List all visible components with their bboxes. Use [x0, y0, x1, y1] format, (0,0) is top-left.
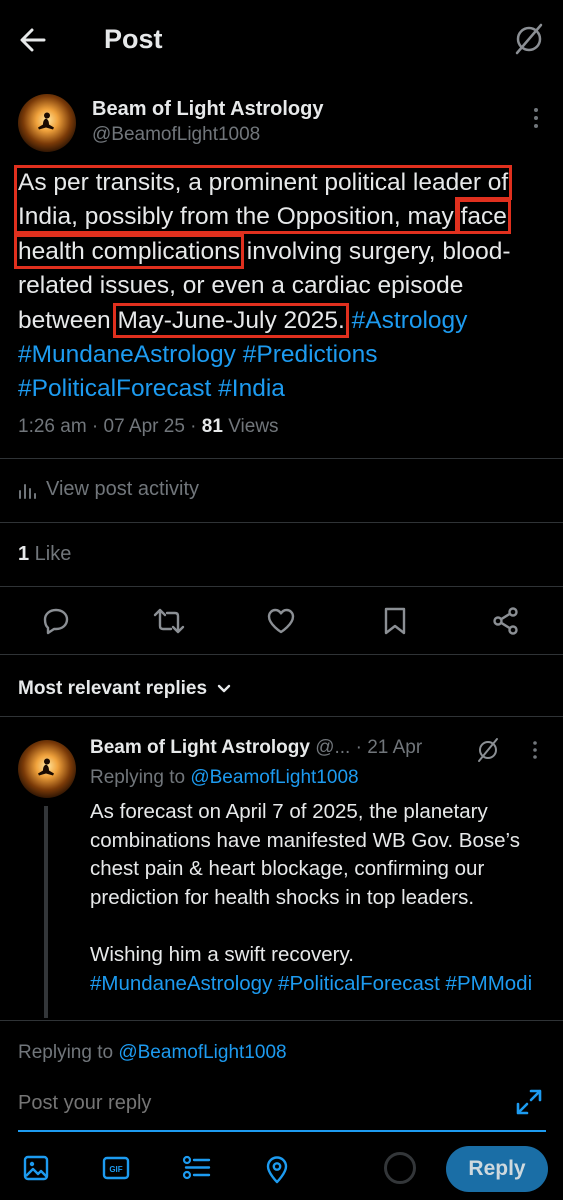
replies-sort-dropdown[interactable]: Most relevant replies [18, 678, 231, 700]
back-arrow-icon[interactable] [20, 22, 60, 58]
author-avatar[interactable] [18, 94, 76, 152]
chevron-down-icon [217, 684, 231, 693]
reply-paragraph: As forecast on April 7 of 2025, the plan… [90, 800, 520, 909]
share-icon[interactable] [491, 606, 521, 636]
hashtag-link[interactable]: #PoliticalForecast [278, 972, 440, 995]
character-count-ring [384, 1152, 416, 1184]
author-name[interactable]: Beam of Light Astrology [92, 98, 323, 121]
replying-to-handle[interactable]: @BeamofLight1008 [190, 767, 358, 788]
page-title: Post [104, 24, 163, 54]
likes-label: Like [29, 543, 72, 565]
post-text: As per transits, a prominent political l… [13, 164, 548, 407]
meditating-figure-icon [35, 757, 59, 786]
analytics-icon [19, 483, 36, 499]
reply-date: 21 Apr [367, 737, 423, 758]
divider [0, 1020, 563, 1021]
reply-button[interactable]: Reply [446, 1146, 548, 1192]
hashtag-link[interactable]: #MundaneAstrology [18, 341, 236, 368]
likes-count: 1 [18, 543, 30, 565]
more-options-icon[interactable] [531, 739, 539, 761]
repost-icon[interactable] [153, 606, 185, 636]
hashtag-link[interactable]: #India [218, 375, 285, 402]
divider [0, 654, 563, 655]
hashtag-link[interactable]: #MundaneAstrology [90, 972, 272, 995]
replies-sort-label: Most relevant replies [18, 678, 208, 699]
reply-author-handle[interactable]: @... [315, 737, 350, 758]
replying-to-prefix: Replying to [90, 767, 191, 788]
expand-icon[interactable] [515, 1088, 543, 1116]
grok-icon[interactable] [513, 22, 545, 56]
reply-author-name[interactable]: Beam of Light Astrology [90, 737, 310, 758]
highlighted-date: May-June-July 2025. [113, 302, 349, 338]
composer-replying-to: Replying to @BeamofLight1008 [18, 1042, 287, 1064]
post-action-bar [0, 600, 563, 644]
input-underline [18, 1130, 546, 1132]
location-icon[interactable] [263, 1154, 291, 1184]
reply-input[interactable] [18, 1092, 518, 1115]
bookmark-icon[interactable] [380, 606, 410, 636]
like-heart-icon[interactable] [266, 606, 296, 636]
reply-text: As forecast on April 7 of 2025, the plan… [90, 798, 550, 998]
grok-icon[interactable] [476, 737, 500, 763]
view-post-activity-label: View post activity [46, 478, 200, 500]
more-options-icon[interactable] [531, 106, 541, 130]
divider [0, 586, 563, 587]
divider [0, 716, 563, 717]
divider [0, 458, 563, 459]
post-date: 07 Apr 25 [103, 416, 185, 437]
poll-icon[interactable] [182, 1154, 211, 1184]
svg-text:GIF: GIF [109, 1165, 122, 1174]
views-label: Views [222, 416, 279, 437]
reply-icon[interactable] [41, 606, 71, 636]
hashtag-link[interactable]: #PMModi [446, 972, 533, 995]
replying-to: Replying to @BeamofLight1008 [90, 767, 359, 789]
author-handle[interactable]: @BeamofLight1008 [92, 124, 260, 146]
meditating-figure-icon [35, 111, 59, 140]
image-icon[interactable] [22, 1154, 50, 1184]
views-count: 81 [201, 416, 223, 437]
divider [0, 522, 563, 523]
post-time: 1:26 am [18, 416, 87, 437]
view-post-activity-link[interactable]: View post activity [18, 478, 199, 501]
highlighted-text: As per transits, a prominent political l… [13, 164, 513, 235]
post-timestamp: 1:26 am · 07 Apr 25 · 81 Views [18, 416, 279, 437]
hashtag-link[interactable]: #Predictions [243, 341, 378, 368]
composer-replying-prefix: Replying to [18, 1042, 119, 1063]
reply-paragraph: Wishing him a swift recovery. [90, 942, 354, 966]
reply-header[interactable]: Beam of Light Astrology @... · 21 Apr [90, 737, 422, 759]
hashtag-link[interactable]: #PoliticalForecast [18, 375, 211, 402]
gif-icon[interactable]: GIF [102, 1154, 130, 1184]
hashtag-link[interactable]: #Astrology [352, 307, 468, 334]
reply-author-avatar[interactable] [18, 740, 76, 798]
reply-composer: Replying to @BeamofLight1008 GIF Reply [0, 1020, 563, 1200]
top-bar: Post [0, 0, 563, 80]
likes-count-link[interactable]: 1 Like [18, 543, 71, 566]
thread-line [44, 806, 48, 1018]
composer-replying-handle[interactable]: @BeamofLight1008 [118, 1042, 286, 1063]
